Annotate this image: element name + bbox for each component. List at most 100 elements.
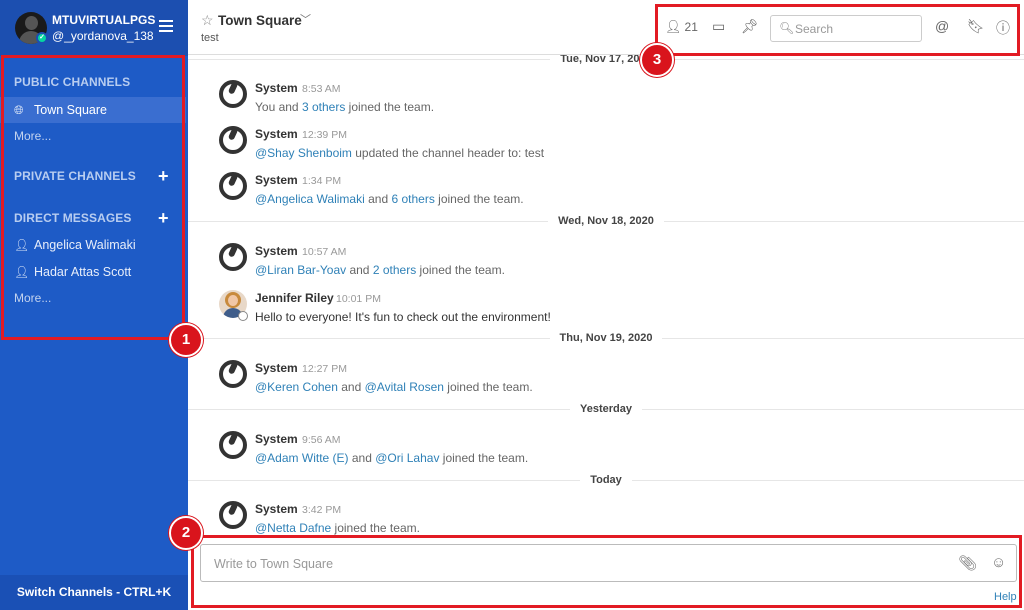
- public-channels-title: PUBLIC CHANNELS: [14, 75, 131, 89]
- system-avatar-icon: [219, 501, 247, 529]
- system-avatar-icon: [219, 126, 247, 154]
- annotation-badge-3: 3: [640, 43, 674, 77]
- emoji-icon[interactable]: ☺: [991, 554, 1006, 571]
- post-text: @Adam Witte (E) and @Ori Lahav joined th…: [255, 451, 529, 465]
- search-input[interactable]: [795, 19, 915, 38]
- message-composer[interactable]: 📎︎ ☺: [200, 544, 1017, 582]
- mention-link[interactable]: @Ori Lahav: [375, 451, 439, 465]
- star-icon[interactable]: ☆: [201, 12, 214, 29]
- mention-link[interactable]: 3 others: [302, 100, 345, 114]
- team-header[interactable]: ✓ MTUVIRTUALPGS @_yordanova_138: [0, 0, 188, 56]
- add-private-channel-icon[interactable]: +: [158, 167, 169, 185]
- post-text: You and 3 others joined the team.: [255, 100, 435, 114]
- post-time[interactable]: 8:53 AM: [302, 83, 341, 95]
- post-time[interactable]: 12:39 PM: [302, 129, 347, 141]
- search-box[interactable]: 🔍︎: [770, 15, 922, 42]
- channel-purpose: test: [201, 32, 219, 44]
- user-icon: 👤︎: [14, 238, 30, 252]
- message-list[interactable]: Tue, Nov 17, 2020 System 8:53 AM You and…: [188, 55, 1024, 535]
- post-text: @Keren Cohen and @Avital Rosen joined th…: [255, 380, 533, 394]
- public-more-link[interactable]: More...: [14, 129, 51, 143]
- post[interactable]: System 8:53 AM You and 3 others joined t…: [188, 77, 1024, 121]
- system-avatar-icon: [219, 80, 247, 108]
- post[interactable]: System 12:27 PM @Keren Cohen and @Avital…: [188, 357, 1024, 401]
- date-separator: Thu, Nov 19, 2020: [188, 328, 1024, 348]
- globe-icon: 🌐︎: [14, 102, 24, 117]
- mention-link[interactable]: @Avital Rosen: [365, 380, 444, 394]
- pin-icon[interactable]: 📌︎: [741, 18, 759, 35]
- sidebar: ✓ MTUVIRTUALPGS @_yordanova_138 PUBLIC C…: [0, 0, 188, 610]
- post-time[interactable]: 10:01 PM: [336, 293, 381, 305]
- team-name[interactable]: MTUVIRTUALPGS: [52, 13, 155, 27]
- mention-link[interactable]: 6 others: [391, 192, 434, 206]
- date-label: Wed, Nov 18, 2020: [548, 215, 664, 227]
- annotation-badge-1: 1: [169, 323, 203, 357]
- switch-channels-button[interactable]: Switch Channels - CTRL+K: [0, 575, 188, 610]
- post-author[interactable]: System: [255, 173, 298, 187]
- post-time[interactable]: 9:56 AM: [302, 434, 341, 446]
- help-icon[interactable]: ⓘ: [996, 18, 1010, 38]
- member-count-button[interactable]: 👤︎ 21: [665, 19, 698, 35]
- members-icon: 👤︎: [665, 19, 682, 34]
- channel-title[interactable]: Town Square: [218, 13, 302, 28]
- mention-link[interactable]: @Keren Cohen: [255, 380, 338, 394]
- search-icon: 🔍︎: [779, 21, 795, 35]
- mention-icon[interactable]: @: [935, 18, 949, 34]
- date-separator: Yesterday: [188, 399, 1024, 419]
- help-link[interactable]: Help: [994, 591, 1017, 603]
- post-time[interactable]: 10:57 AM: [302, 246, 346, 258]
- away-status-icon: [238, 311, 248, 321]
- mention-link[interactable]: @Shay Shenboim: [255, 146, 352, 160]
- post-author[interactable]: System: [255, 127, 298, 141]
- sidebar-item-label: Angelica Walimaki: [34, 238, 136, 252]
- sidebar-item-angelica[interactable]: 👤︎ Angelica Walimaki: [0, 232, 186, 258]
- member-count: 21: [684, 20, 698, 34]
- add-direct-message-icon[interactable]: +: [158, 209, 169, 227]
- direct-messages-title: DIRECT MESSAGES: [14, 211, 132, 225]
- direct-more-link[interactable]: More...: [14, 291, 51, 305]
- chevron-down-icon[interactable]: ﹀: [300, 11, 311, 27]
- post-author[interactable]: System: [255, 361, 298, 375]
- system-avatar-icon: [219, 360, 247, 388]
- post[interactable]: System 12:39 PM @Shay Shenboim updated t…: [188, 123, 1024, 167]
- hamburger-menu-icon[interactable]: [159, 20, 173, 32]
- mention-link[interactable]: 2 others: [373, 263, 416, 277]
- sidebar-item-hadar[interactable]: 👤︎ Hadar Attas Scott: [0, 259, 186, 285]
- post-text: @Netta Dafne joined the team.: [255, 521, 420, 535]
- online-status-icon: ✓: [36, 32, 48, 44]
- date-separator: Today: [188, 470, 1024, 490]
- sidebar-item-label: Town Square: [34, 103, 107, 117]
- bookmark-icon[interactable]: 🔖︎: [967, 18, 985, 35]
- system-avatar-icon: [219, 431, 247, 459]
- post[interactable]: System 1:34 PM @Angelica Walimaki and 6 …: [188, 169, 1024, 213]
- mention-link[interactable]: @Liran Bar-Yoav: [255, 263, 346, 277]
- mention-link[interactable]: @Angelica Walimaki: [255, 192, 365, 206]
- post-author[interactable]: System: [255, 432, 298, 446]
- post-text: Hello to everyone! It's fun to check out…: [255, 310, 551, 324]
- user-icon: 👤︎: [14, 265, 30, 279]
- post-author[interactable]: Jennifer Riley: [255, 291, 334, 305]
- video-call-icon[interactable]: ▭: [712, 18, 725, 35]
- post[interactable]: System 3:42 PM @Netta Dafne joined the t…: [188, 498, 1024, 535]
- sidebar-item-label: Hadar Attas Scott: [34, 265, 132, 279]
- post-text: @Shay Shenboim updated the channel heade…: [255, 146, 545, 160]
- date-separator: Tue, Nov 17, 2020: [188, 55, 1024, 69]
- paperclip-icon[interactable]: 📎︎: [958, 554, 977, 572]
- post[interactable]: System 9:56 AM @Adam Witte (E) and @Ori …: [188, 428, 1024, 472]
- post[interactable]: Jennifer Riley 10:01 PM Hello to everyon…: [188, 287, 1024, 331]
- message-input[interactable]: [214, 554, 934, 573]
- post-author[interactable]: System: [255, 502, 298, 516]
- post-time[interactable]: 3:42 PM: [302, 504, 341, 516]
- post-time[interactable]: 12:27 PM: [302, 363, 347, 375]
- mention-link[interactable]: @Netta Dafne: [255, 521, 331, 535]
- channel-header: ☆ Town Square ﹀ test 👤︎ 21 ▭ 📌︎ 🔍︎ @ 🔖︎ …: [188, 0, 1024, 55]
- post-author[interactable]: System: [255, 81, 298, 95]
- date-separator: Wed, Nov 18, 2020: [188, 211, 1024, 231]
- post-text: @Liran Bar-Yoav and 2 others joined the …: [255, 263, 505, 277]
- post-author[interactable]: System: [255, 244, 298, 258]
- sidebar-item-town-square[interactable]: 🌐︎ Town Square: [0, 97, 186, 123]
- post-time[interactable]: 1:34 PM: [302, 175, 341, 187]
- date-label: Today: [580, 474, 632, 486]
- post[interactable]: System 10:57 AM @Liran Bar-Yoav and 2 ot…: [188, 240, 1024, 284]
- mention-link[interactable]: @Adam Witte (E): [255, 451, 349, 465]
